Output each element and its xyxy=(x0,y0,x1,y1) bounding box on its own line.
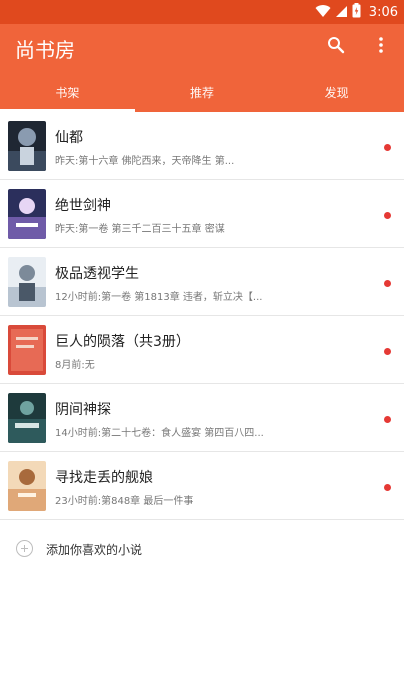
latest-chapter: 23小时前:第848章 最后一件事 xyxy=(55,496,194,507)
more-vert-icon[interactable] xyxy=(369,33,393,57)
book-item[interactable]: 仙都 昨天:第十六章 佛陀西来，天帝降生 第... xyxy=(0,112,404,180)
book-title: 巨人的陨落（共3册） xyxy=(55,334,190,350)
book-item[interactable]: 极品透视学生 12小时前:第一卷 第1813章 违者，斩立决【... xyxy=(0,248,404,316)
book-cover xyxy=(8,257,46,307)
book-title: 绝世剑神 xyxy=(55,198,111,214)
book-title: 阴间神探 xyxy=(55,402,111,418)
app-bar: 尚书房 书架 推荐 发现 xyxy=(0,24,404,112)
latest-chapter: 昨天:第十六章 佛陀西来，天帝降生 第... xyxy=(55,156,235,167)
unread-indicator xyxy=(384,348,391,355)
tab-recommend[interactable]: 推荐 xyxy=(135,80,270,112)
tab-bar: 书架 推荐 发现 xyxy=(0,80,404,112)
book-title: 仙都 xyxy=(55,130,83,146)
book-title: 极品透视学生 xyxy=(55,266,139,282)
clock: 3:06 xyxy=(368,4,398,20)
add-novel-button[interactable]: 添加你喜欢的小说 xyxy=(0,528,404,572)
signal-icon xyxy=(335,3,348,22)
book-list: 仙都 昨天:第十六章 佛陀西来，天帝降生 第... 绝世剑神 昨天:第一卷 第三… xyxy=(0,112,404,520)
unread-indicator xyxy=(384,280,391,287)
book-item[interactable]: 寻找走丢的舰娘 23小时前:第848章 最后一件事 xyxy=(0,452,404,520)
book-cover xyxy=(8,189,46,239)
latest-chapter: 12小时前:第一卷 第1813章 违者，斩立决【... xyxy=(55,292,263,303)
battery-icon xyxy=(352,2,361,22)
book-cover xyxy=(8,461,46,511)
app-title: 尚书房 xyxy=(15,38,75,62)
latest-chapter: 14小时前:第二十七卷：食人盛宴 第四百八四... xyxy=(55,428,264,439)
add-novel-label: 添加你喜欢的小说 xyxy=(46,543,143,557)
book-title: 寻找走丢的舰娘 xyxy=(55,470,153,486)
unread-indicator xyxy=(384,416,391,423)
status-bar: 3:06 xyxy=(0,0,404,24)
add-icon xyxy=(16,540,33,557)
tab-bookshelf[interactable]: 书架 xyxy=(0,80,135,112)
book-item[interactable]: 绝世剑神 昨天:第一卷 第三千二百三十五章 密谋 xyxy=(0,180,404,248)
unread-indicator xyxy=(384,144,391,151)
tab-discover[interactable]: 发现 xyxy=(269,80,404,112)
unread-indicator xyxy=(384,484,391,491)
wifi-icon xyxy=(315,3,331,22)
book-cover xyxy=(8,393,46,443)
book-item[interactable]: 巨人的陨落（共3册） 8月前:无 xyxy=(0,316,404,384)
latest-chapter: 昨天:第一卷 第三千二百三十五章 密谋 xyxy=(55,224,225,235)
book-item[interactable]: 阴间神探 14小时前:第二十七卷：食人盛宴 第四百八四... xyxy=(0,384,404,452)
book-cover xyxy=(8,325,46,375)
book-cover xyxy=(8,121,46,171)
latest-chapter: 8月前:无 xyxy=(55,360,95,371)
unread-indicator xyxy=(384,212,391,219)
search-icon[interactable] xyxy=(324,33,348,57)
